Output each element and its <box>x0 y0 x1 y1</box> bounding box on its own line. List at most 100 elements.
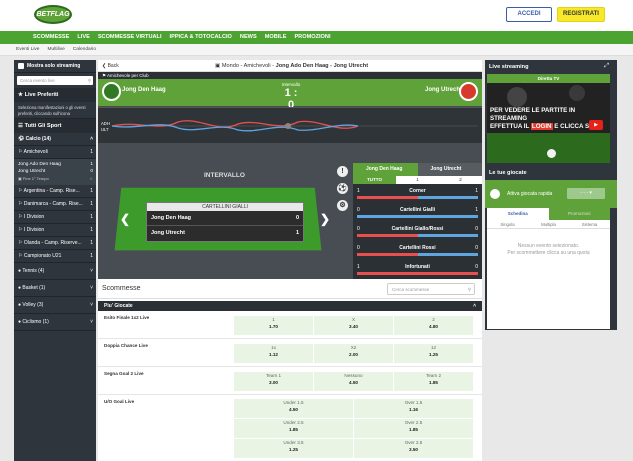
search-icon[interactable]: ⚲ <box>88 76 91 85</box>
league-row[interactable]: ⚐ I Division 1 <box>14 224 96 237</box>
odd-button[interactable]: Nessuno 4.50 <box>314 372 393 391</box>
odd-button[interactable]: 1 1.70 <box>234 316 313 335</box>
sidebar-period: ▣ Fine 1° Tempo ☆ <box>18 176 93 181</box>
tv-icon: ▣ <box>215 63 221 69</box>
cards-overlay: CARTELLINI GIALLI Jong Den Haag 0 Jong Ut… <box>146 202 304 242</box>
odd-button[interactable]: 2 4.80 <box>394 316 473 335</box>
odd-button[interactable]: Over 2.5 1.85 <box>354 419 473 438</box>
odd-button[interactable]: X 3.40 <box>314 316 393 335</box>
preferiti-header[interactable]: ★ Live Preferiti <box>14 88 96 102</box>
odd-button[interactable]: Team 2 1.85 <box>394 372 473 391</box>
football-icon[interactable]: ⚽ <box>337 183 348 194</box>
checkbox-icon[interactable] <box>18 62 24 69</box>
nav-news[interactable]: NEWS <box>240 31 257 44</box>
league-row[interactable]: ⚐ Olanda - Camp. Riserve... 1 <box>14 237 96 250</box>
league-row[interactable]: ⚐ Danimarca - Camp. Rise... 1 <box>14 198 96 211</box>
stat-name: Corner <box>409 188 426 194</box>
tab-schedina[interactable]: Schedina <box>487 208 549 220</box>
list-icon: ☰ <box>18 123 24 129</box>
chevron-right-icon[interactable]: ❯ <box>320 212 330 226</box>
subtab-multipla[interactable]: Multipla <box>528 220 569 228</box>
markets-search-input[interactable]: Cerca scommesse ⚲ <box>387 283 475 295</box>
flag-icon: ⚐ <box>18 201 23 207</box>
market-row: Esito Finale 1x2 Live 1 1.70 X 3.40 2 4.80 <box>98 312 482 339</box>
stat-away-value: 0 <box>475 264 478 270</box>
flag-icon: ⚐ <box>18 240 23 246</box>
odd-button[interactable]: Under 2.5 1.85 <box>234 419 353 438</box>
stat-row: 0 Cartellini Giallo/Rossi 0 <box>353 222 482 241</box>
nav-live[interactable]: LIVE <box>77 31 89 44</box>
betflag-logo[interactable]: BETFLAG <box>34 5 72 24</box>
nav-scommesse[interactable]: SCOMMESSE <box>33 31 69 44</box>
odd-button[interactable]: Team 1 3.00 <box>234 372 313 391</box>
stat-away-bar <box>417 196 478 199</box>
chevron-up-icon: ˄ <box>90 136 93 142</box>
stats-tab-1[interactable]: 1 <box>396 176 439 184</box>
diretta-tv-bar[interactable]: Diretta TV <box>487 74 610 83</box>
sidebar-match[interactable]: Jong Ado Den Haag 1 Jong Utrecht 0 ▣ Fine … <box>14 159 96 185</box>
subtab-singola[interactable]: Singola <box>487 220 528 228</box>
stats-tab-2[interactable]: 2 <box>439 176 482 184</box>
back-button[interactable]: ❮ Back <box>102 60 119 72</box>
stat-away-value: 1 <box>475 207 478 213</box>
nav-virtuali[interactable]: SCOMMESSE VIRTUALI <box>98 31 162 44</box>
league-row[interactable]: ⚐ Argentina - Camp. Rise... 1 <box>14 185 96 198</box>
sport-calcio[interactable]: ⚽ Calcio (14) ˄ <box>14 133 96 146</box>
stat-away-bar <box>417 253 478 256</box>
subtab-sistema[interactable]: Sistema <box>569 220 610 228</box>
quick-bet-toggle[interactable] <box>490 189 500 199</box>
markets-group-header[interactable]: Piu' Giocate ˄ <box>98 301 482 311</box>
stat-row: 0 Cartellini Rossi 0 <box>353 241 482 260</box>
odd-button[interactable]: 12 1.25 <box>394 344 473 363</box>
odd-button[interactable]: Under 3.5 1.25 <box>234 439 353 458</box>
odd-button[interactable]: X2 2.00 <box>314 344 393 363</box>
streaming-toggle[interactable]: Mostra solo streaming <box>14 60 96 73</box>
tutti-sport-header[interactable]: ☰ Tutti Gli Sport <box>14 119 96 133</box>
sport-tennis[interactable]: ● Tennis (4) ˅ <box>14 263 96 280</box>
tennis-icon: ● <box>18 268 22 274</box>
chevron-up-icon: ˄ <box>473 303 476 309</box>
chevron-left-icon[interactable]: ❮ <box>120 212 130 226</box>
odd-button[interactable]: Over 3.5 3.50 <box>354 439 473 458</box>
cards-home: Jong Den Haag 0 <box>147 211 303 226</box>
giocate-panel: Le tue giocate Attiva giocata rapida - -… <box>485 166 617 330</box>
home-team: Jong Den Haag <box>122 87 166 93</box>
live-search-input[interactable]: Cerca evento live ⚲ <box>17 76 93 85</box>
stats-tab-tutto[interactable]: TUTTO <box>353 176 396 184</box>
expand-icon[interactable]: ⤢ <box>604 63 609 70</box>
tab-promozioni[interactable]: Promozioni <box>549 208 611 220</box>
subnav-multilive[interactable]: Multilive <box>47 44 64 55</box>
odd-button[interactable]: Over 1.5 1.16 <box>354 399 473 418</box>
stat-home-bar <box>357 234 418 237</box>
sport-basket[interactable]: ● Basket (1) ˅ <box>14 280 96 297</box>
stat-row: 0 Cartellini Gialli 1 <box>353 203 482 222</box>
login-button[interactable]: ACCEDI <box>506 7 552 22</box>
nav-mobile[interactable]: MOBILE <box>265 31 287 44</box>
register-button[interactable]: REGISTRATI <box>557 7 605 22</box>
markets-header: Scommesse Cerca scommesse ⚲ <box>98 279 482 299</box>
stat-home-bar <box>357 272 478 275</box>
momentum-chart: ADH ULT <box>98 107 482 143</box>
odd-button[interactable]: Under 1.5 4.50 <box>234 399 353 418</box>
top-header: BETFLAG ACCEDI REGISTRATI <box>0 0 633 31</box>
flag-icon: ⚐ <box>18 149 23 155</box>
flag-icon: ⚐ <box>18 214 23 220</box>
settings-icon[interactable]: ⚙ <box>337 200 348 211</box>
sport-ciclismo[interactable]: ● Ciclismo (1) ˅ <box>14 314 96 331</box>
cards-away: Jong Utrecht 1 <box>151 230 299 236</box>
alert-icon[interactable]: ! <box>337 166 348 177</box>
subnav-eventi-live[interactable]: Eventi Live <box>16 44 39 55</box>
nav-ippica[interactable]: IPPICA & TOTOCALCIO <box>170 31 232 44</box>
ball-icon <box>547 149 556 158</box>
league-row[interactable]: ⚐ Campionato U21 1 <box>14 250 96 263</box>
streaming-promo-banner[interactable]: PER VEDERE LE PARTITE IN STREAMING EFFETT… <box>487 83 610 163</box>
league-amichevoli[interactable]: ⚐ Amichevoli 1 <box>14 146 96 159</box>
scoreboard: Jong Den Haag Intervallo 1 : 0 Jong Utrec… <box>98 79 482 111</box>
sport-volley[interactable]: ● Volley (3) ˅ <box>14 297 96 314</box>
breadcrumb: ❮ Back ▣ Mondo - Amichevoli - Jong Ado D… <box>98 60 482 72</box>
odd-button[interactable]: 1x 1.12 <box>234 344 313 363</box>
league-row[interactable]: ⚐ I Division 1 <box>14 211 96 224</box>
quick-bet-select[interactable]: - - - ▾ <box>567 188 605 199</box>
subnav-calendario[interactable]: Calendario <box>73 44 96 55</box>
nav-promozioni[interactable]: PROMOZIONI <box>294 31 330 44</box>
